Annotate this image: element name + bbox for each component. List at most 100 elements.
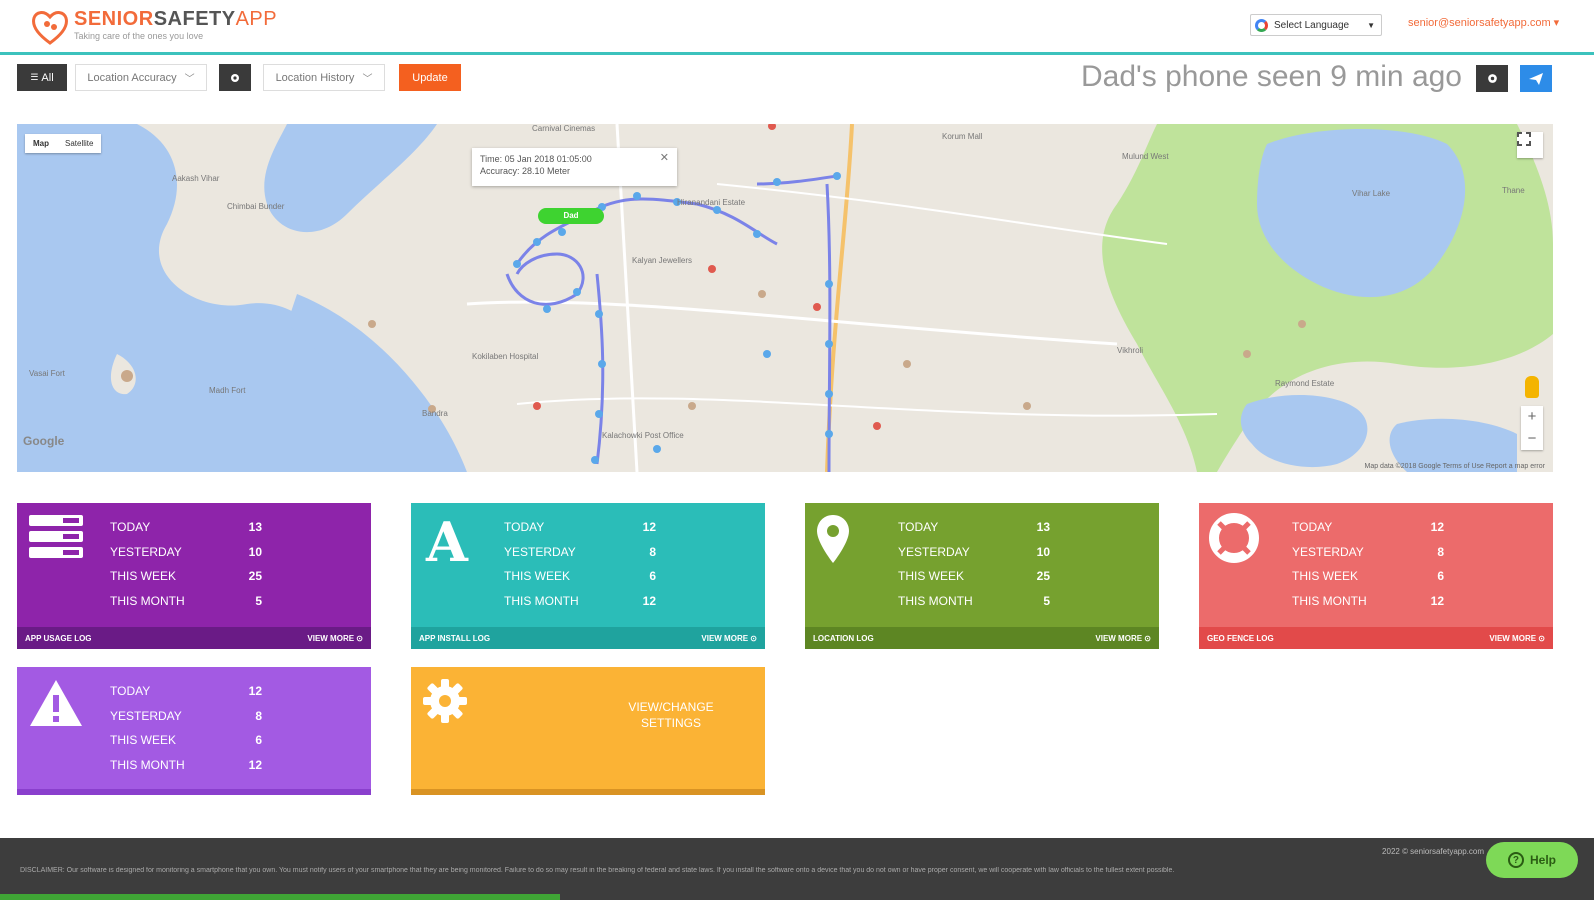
stat-label-today: TODAY	[110, 520, 151, 535]
fullscreen-button[interactable]	[1517, 132, 1543, 158]
chevron-down-icon: ﹀	[362, 74, 373, 85]
map-label: Aakash Vihar	[172, 174, 220, 183]
stat-label-this-week: THIS WEEK	[898, 569, 965, 584]
warning-icon	[30, 680, 82, 726]
stat-value-this-month: 12	[642, 593, 656, 608]
map-canvas[interactable]	[17, 124, 1553, 472]
send-icon	[1529, 72, 1543, 85]
stat-value-this-month: 12	[248, 757, 262, 772]
update-button[interactable]: Update	[399, 64, 461, 91]
card-title: GEO FENCE LOG	[1207, 633, 1274, 643]
stat-value-yesterday: 8	[649, 544, 656, 559]
user-menu[interactable]: senior@seniorsafetyapp.com ▾	[1408, 16, 1559, 29]
map-label: Vikhroli	[1117, 346, 1144, 355]
stat-value-today: 13	[1036, 520, 1050, 535]
heart-logo-icon	[32, 11, 68, 45]
device-marker[interactable]: Dad	[538, 208, 604, 224]
gear-icon	[1487, 74, 1497, 83]
brand-logo[interactable]: SENIORSAFETYAPP Taking care of the ones …	[30, 8, 277, 46]
location-card: TODAY 13 YESTERDAY 10 THIS WEEK 25 THIS MON…	[805, 503, 1159, 649]
map-type-toggle[interactable]: Map Satellite	[25, 134, 102, 153]
map-footer: Map data ©2018 Google Terms of Use Repor…	[1364, 463, 1545, 470]
location-map[interactable]: Map Satellite Carnival Cinemas Korum Mal…	[17, 124, 1553, 472]
stat-label-yesterday: YESTERDAY	[504, 544, 576, 559]
google-icon	[1255, 18, 1268, 32]
close-icon[interactable]: ✕	[660, 152, 669, 164]
language-label: Select Language	[1274, 19, 1350, 31]
settings-gear-icon	[423, 679, 467, 723]
help-icon: ?	[1507, 852, 1524, 868]
stat-value-yesterday: 10	[1036, 544, 1050, 559]
page-footer: 2022 © seniorsafetyapp.com DISCLAIMER: O…	[0, 838, 1594, 900]
card-title: APP INSTALL LOG	[419, 633, 491, 643]
copyright-text: 2022 © seniorsafetyapp.com	[1382, 847, 1484, 856]
stat-value-today: 13	[248, 520, 262, 535]
map-type-satellite[interactable]: Satellite	[57, 134, 101, 153]
device-settings-button[interactable]	[1476, 65, 1508, 92]
stat-value-yesterday: 10	[248, 544, 262, 559]
send-button[interactable]	[1520, 65, 1552, 92]
map-label: Thane	[1502, 186, 1525, 195]
map-type-map[interactable]: Map	[25, 134, 57, 153]
card-footer	[17, 789, 371, 795]
stat-label-this-month: THIS MONTH	[110, 593, 185, 608]
stat-label-this-week: THIS WEEK	[110, 733, 177, 748]
stat-value-yesterday: 8	[255, 708, 262, 723]
stat-value-this-week: 6	[1437, 569, 1444, 584]
zoom-control: + −	[1521, 406, 1543, 450]
street-view-pegman-icon[interactable]	[1525, 376, 1539, 398]
stat-value-this-month: 12	[1430, 593, 1444, 608]
stat-value-today: 12	[248, 684, 262, 699]
top-header: SENIORSAFETYAPP Taking care of the ones …	[0, 0, 1594, 55]
settings-label[interactable]: VIEW/CHANGE SETTINGS	[611, 699, 731, 731]
map-label: Korum Mall	[942, 132, 983, 141]
map-label: Madh Fort	[209, 386, 246, 395]
stat-label-today: TODAY	[898, 520, 939, 535]
location-accuracy-label: Location Accuracy	[87, 71, 177, 84]
map-label: Kokilaben Hospital	[472, 352, 539, 361]
view-more-link[interactable]: VIEW MORE ⊙	[1489, 634, 1545, 643]
map-label: Kalachowki Post Office	[602, 431, 684, 440]
info-time: Time: 05 Jan 2018 01:05:00	[480, 154, 592, 164]
svg-text:A: A	[425, 513, 469, 565]
stat-value-this-month: 5	[255, 593, 262, 608]
location-history-select[interactable]: Location History ﹀	[263, 64, 385, 91]
alerts-card[interactable]: TODAY 12 YESTERDAY 8 THIS WEEK 6 THIS MONTH…	[17, 667, 371, 795]
map-label: Mulund West	[1122, 152, 1169, 161]
help-button[interactable]: ? Help	[1486, 842, 1578, 878]
help-label: Help	[1529, 853, 1556, 867]
map-pin-icon	[817, 515, 849, 563]
map-label: Hiranandani Estate	[677, 198, 746, 207]
card-footer[interactable]: GEO FENCE LOG VIEW MORE ⊙	[1199, 627, 1553, 649]
card-footer[interactable]: APP USAGE LOG VIEW MORE ⊙	[17, 627, 371, 649]
font-a-icon: A	[425, 513, 469, 565]
stat-value-this-month: 5	[1043, 593, 1050, 608]
map-label: Bandra	[422, 409, 448, 418]
view-more-link[interactable]: VIEW MORE ⊙	[307, 634, 363, 643]
stat-value-this-week: 6	[255, 733, 262, 748]
accuracy-settings-button[interactable]	[219, 64, 251, 91]
card-footer[interactable]: APP INSTALL LOG VIEW MORE ⊙	[411, 627, 765, 649]
google-mark: Google	[23, 434, 65, 448]
footer-progress-bar	[0, 894, 560, 900]
card-footer[interactable]: LOCATION LOG VIEW MORE ⊙	[805, 627, 1159, 649]
card-title: LOCATION LOG	[813, 633, 874, 643]
stat-label-yesterday: YESTERDAY	[1292, 544, 1364, 559]
zoom-in-button[interactable]: +	[1521, 406, 1543, 428]
map-label: Raymond Estate	[1275, 379, 1335, 388]
card-footer	[411, 789, 765, 795]
language-select[interactable]: Select Language ▼	[1250, 14, 1382, 36]
stat-value-today: 12	[1430, 520, 1444, 535]
settings-card[interactable]: VIEW/CHANGE SETTINGS	[411, 667, 765, 795]
view-more-link[interactable]: VIEW MORE ⊙	[1095, 634, 1151, 643]
all-button[interactable]: ☰ All	[17, 64, 67, 91]
zoom-out-button[interactable]: −	[1521, 428, 1543, 450]
map-label: Chimbai Bunder	[227, 202, 285, 211]
location-accuracy-select[interactable]: Location Accuracy ﹀	[75, 64, 207, 91]
stat-value-today: 12	[642, 520, 656, 535]
stat-label-today: TODAY	[504, 520, 545, 535]
view-more-link[interactable]: VIEW MORE ⊙	[701, 634, 757, 643]
stat-label-this-month: THIS MONTH	[1292, 593, 1367, 608]
list-icon	[29, 515, 83, 558]
chevron-down-icon: ▼	[1367, 20, 1375, 30]
